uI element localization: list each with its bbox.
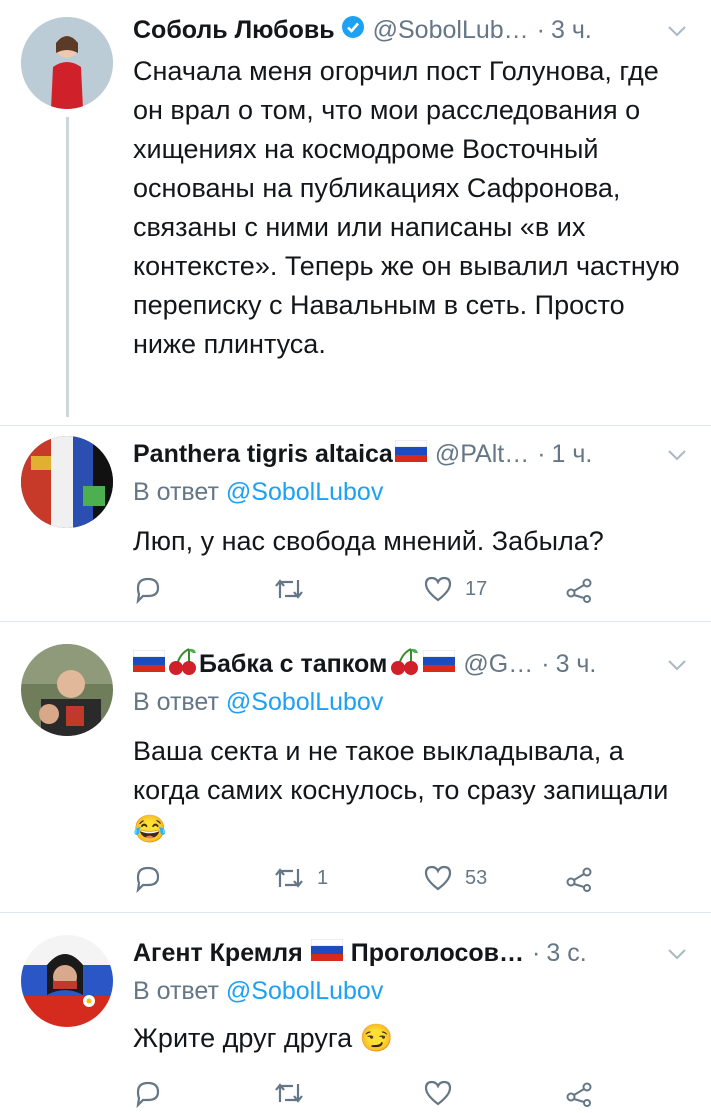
cherries-icon [389, 646, 421, 683]
reply-context: В ответ @SobolLubov [133, 478, 383, 507]
chevron-down-icon[interactable] [667, 650, 687, 679]
display-name[interactable]: Бабка с тапком [199, 650, 387, 679]
like-button[interactable]: 53 [423, 858, 487, 898]
timestamp[interactable]: 3 ч. [556, 650, 597, 679]
timestamp[interactable]: 1 ч. [552, 440, 593, 469]
avatar[interactable] [21, 935, 113, 1027]
reply-to-link[interactable]: @SobolLubov [226, 977, 383, 1005]
user-handle[interactable]: @PAlt… [435, 440, 529, 469]
tweet-actions: 1 53 [133, 858, 613, 898]
display-name[interactable]: Агент Кремля [133, 939, 303, 968]
reply-button[interactable] [133, 858, 163, 898]
tweet-actions [133, 1073, 613, 1113]
user-handle[interactable]: @SobolLub… [373, 16, 529, 45]
chevron-down-icon[interactable] [667, 16, 687, 45]
avatar[interactable] [21, 17, 113, 109]
like-button[interactable]: 17 [423, 569, 487, 609]
like-count: 17 [465, 577, 488, 600]
tweet-1[interactable]: Соболь Любовь @SobolLub… · 3 ч. Сначала … [0, 0, 711, 425]
retweet-count: 1 [317, 866, 329, 889]
tweet-text: Сначала меня огорчил пост Голунова, где … [133, 56, 680, 359]
tweet-actions: 17 [133, 569, 613, 609]
heart-icon [423, 864, 453, 892]
retweet-icon [273, 576, 305, 602]
reply-to-link[interactable]: @SobolLubov [226, 478, 383, 506]
retweet-button[interactable] [273, 1073, 305, 1113]
reply-button[interactable] [133, 1073, 163, 1113]
share-icon [565, 864, 593, 892]
share-button[interactable] [565, 1073, 593, 1113]
tweet-text: Ваша секта и не такое выкладывала, а ког… [133, 736, 669, 844]
tweet-text: Люп, у нас свобода мнений. Забыла? [133, 526, 604, 556]
reply-prefix: В ответ [133, 688, 219, 716]
russia-flag-icon [394, 439, 428, 469]
like-count: 53 [465, 866, 488, 889]
reply-prefix: В ответ [133, 977, 219, 1005]
tweet-4[interactable]: Агент Кремля Проголосов… · 3 с. В ответ … [0, 913, 711, 1108]
chevron-down-icon[interactable] [667, 440, 687, 469]
heart-icon [423, 1079, 453, 1107]
tweet-text: Жрите друг друга 😏 [133, 1023, 394, 1053]
retweet-button[interactable]: 1 [273, 858, 328, 898]
separator: · [541, 649, 550, 678]
tweet-3[interactable]: Бабка с тапком @G… · 3 ч. В ответ @Sobol… [0, 622, 711, 912]
reply-button[interactable] [133, 569, 163, 609]
display-name-continued[interactable]: Проголосов… [351, 939, 524, 968]
thread-line [66, 117, 69, 417]
reply-prefix: В ответ [133, 478, 219, 506]
timestamp[interactable]: 3 ч. [551, 16, 592, 45]
tweet-header: Panthera tigris altaica @PAlt… · 1 ч. [133, 436, 691, 472]
retweet-button[interactable] [273, 569, 305, 609]
chevron-down-icon[interactable] [667, 939, 687, 968]
display-name[interactable]: Panthera tigris altaica [133, 440, 393, 469]
tweet-header: Бабка с тапком @G… · 3 ч. [132, 646, 691, 683]
reply-icon [133, 863, 163, 893]
verified-badge-icon [341, 15, 365, 46]
cherries-icon [167, 646, 199, 683]
russia-flag-icon [132, 649, 166, 679]
share-button[interactable] [565, 569, 593, 609]
separator: · [536, 15, 545, 44]
retweet-icon [273, 1080, 305, 1106]
share-icon [565, 575, 593, 603]
user-handle[interactable]: @G… [463, 650, 533, 679]
display-name[interactable]: Соболь Любовь [133, 16, 335, 45]
reply-context: В ответ @SobolLubov [133, 977, 383, 1006]
tweet-2[interactable]: Panthera tigris altaica @PAlt… · 1 ч. В … [0, 426, 711, 621]
reply-to-link[interactable]: @SobolLubov [226, 688, 383, 716]
reply-icon [133, 1078, 163, 1108]
separator: · [532, 938, 541, 967]
reply-context: В ответ @SobolLubov [133, 688, 383, 717]
tweet-header: Агент Кремля Проголосов… · 3 с. [133, 935, 691, 971]
heart-icon [423, 575, 453, 603]
timestamp[interactable]: 3 с. [546, 939, 586, 968]
avatar[interactable] [21, 436, 113, 528]
reply-icon [133, 574, 163, 604]
share-button[interactable] [565, 858, 593, 898]
share-icon [565, 1079, 593, 1107]
separator: · [537, 439, 546, 468]
russia-flag-icon [422, 649, 456, 679]
russia-flag-icon [310, 938, 344, 968]
tweet-header: Соболь Любовь @SobolLub… · 3 ч. [133, 12, 691, 48]
retweet-icon [273, 865, 305, 891]
avatar[interactable] [21, 644, 113, 736]
like-button[interactable] [423, 1073, 453, 1113]
